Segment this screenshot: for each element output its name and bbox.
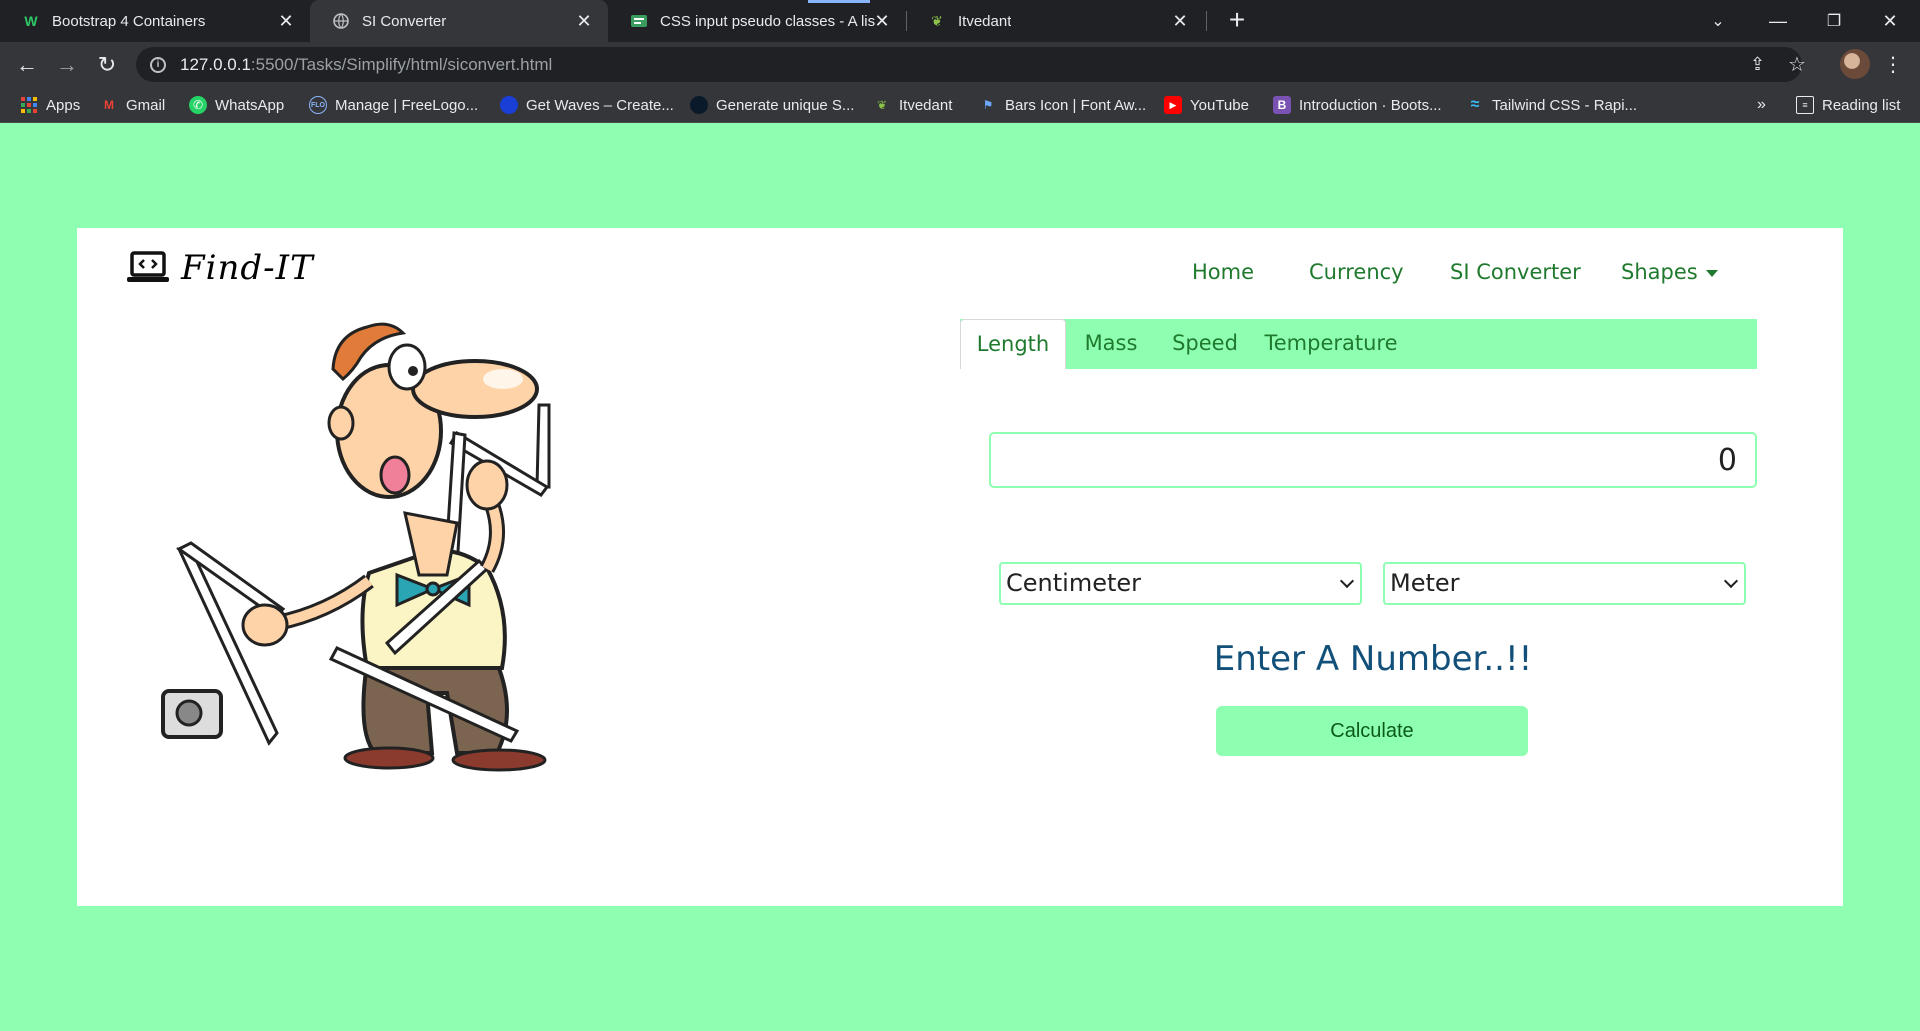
unit-tabs: Length Mass Speed Temperature [960,319,1757,369]
tailwind-icon: ≈ [1470,96,1480,113]
youtube-icon: ▶ [1164,96,1182,114]
bookmark-fontawesome[interactable]: ⚑ Bars Icon | Font Aw... [979,94,1147,116]
more-bookmarks-button[interactable]: » [1757,94,1766,116]
laptop-code-icon [127,251,169,282]
bookmark-itvedant[interactable]: ❦ Itvedant [873,94,952,116]
nav-currency[interactable]: Currency [1309,260,1404,284]
from-unit-select[interactable]: Centimeter [999,562,1362,605]
result-message: Enter A Number..!! [1213,639,1533,679]
url-path: :5500/Tasks/Simplify/html/siconvert.html [250,54,553,74]
bookmark-gmail[interactable]: M Gmail [100,94,165,116]
share-icon[interactable]: ⇪ [1750,54,1765,75]
from-unit-value: Centimeter [1006,569,1141,597]
browser-tab-si-converter[interactable]: SI Converter ✕ [310,0,608,42]
nav-shapes-dropdown[interactable]: Shapes [1621,260,1718,284]
bookmark-freelogo[interactable]: FLO Manage | FreeLogo... [309,94,478,116]
tab-loading-indicator [808,0,870,3]
profile-avatar[interactable] [1840,49,1870,79]
back-icon[interactable]: ← [12,50,42,80]
caret-down-icon [1705,269,1718,277]
tab-search-icon[interactable]: ⌄ [1690,0,1746,42]
bookmark-label: Itvedant [899,96,953,114]
brand-logo[interactable]: Find-IT [127,248,314,288]
nav-shapes-label: Shapes [1621,260,1698,284]
butterfly-icon: ❦ [876,98,888,112]
browser-menu-icon[interactable]: ⋮ [1883,52,1903,77]
tab-mass[interactable]: Mass [1066,319,1156,369]
bootstrap-icon: B [1273,96,1291,114]
close-window-icon[interactable]: ✕ [1862,0,1918,42]
restore-icon[interactable]: ❐ [1806,0,1862,42]
nav-si-converter[interactable]: SI Converter [1450,260,1581,284]
chevron-down-icon [1723,573,1739,589]
flag-icon: ⚑ [982,98,994,112]
bookmark-label: Apps [46,96,81,114]
reading-list-icon: ≡ [1796,96,1814,114]
tab-temperature[interactable]: Temperature [1254,319,1408,369]
bookmark-star-icon[interactable]: ☆ [1788,52,1806,77]
close-tab-icon[interactable]: ✕ [872,11,892,31]
bookmark-whatsapp[interactable]: ✆ WhatsApp [189,94,284,116]
browser-toolbar: ← → ↻ i 127.0.0.1 :5500/Tasks/Simplify/h… [0,42,1920,88]
brand-name: Find-IT [181,248,314,288]
calculate-button[interactable]: Calculate [1216,706,1528,756]
freelogo-icon: FLO [309,96,327,114]
bookmark-label: YouTube [1190,96,1249,114]
nav-home[interactable]: Home [1192,260,1254,284]
bookmark-label: Introduction · Boots... [1299,96,1442,114]
w-favicon-icon: W [24,13,38,29]
close-tab-icon[interactable]: ✕ [276,11,296,31]
butterfly-icon: ❦ [931,12,943,29]
bookmark-label: Get Waves – Create... [526,96,674,114]
bookmark-label: Generate unique S... [716,96,855,114]
reading-list-button[interactable]: ≡ Reading list [1796,94,1900,116]
forward-icon[interactable]: → [52,50,82,80]
main-card: Find-IT Home Currency SI Converter Shape… [77,228,1843,906]
reading-list-label: Reading list [1822,96,1901,114]
address-bar[interactable]: i 127.0.0.1 :5500/Tasks/Simplify/html/si… [136,47,1806,82]
tab-label: SI Converter [362,12,447,30]
bookmark-getwaves[interactable]: Get Waves – Create... [500,94,674,116]
tab-length[interactable]: Length [960,319,1066,369]
to-unit-value: Meter [1390,569,1460,597]
reload-icon[interactable]: ↻ [92,50,122,80]
generate-icon [690,96,708,114]
close-tab-icon[interactable]: ✕ [1170,11,1190,31]
css-favicon-icon [630,12,648,30]
bookmark-generate[interactable]: Generate unique S... [690,94,854,116]
bookmark-apps[interactable]: Apps [20,94,80,116]
bookmark-label: Manage | FreeLogo... [335,96,479,114]
bookmark-bootstrap[interactable]: B Introduction · Boots... [1273,94,1442,116]
bookmark-label: Bars Icon | Font Aw... [1005,96,1147,114]
url-host: 127.0.0.1 [180,54,251,74]
tape-measure-cartoon-illustration [161,322,551,772]
site-info-icon[interactable]: i [150,56,166,73]
browser-tab-css-pseudo[interactable]: CSS input pseudo classes - A list ✕ [608,0,906,42]
new-tab-button[interactable]: + [1222,6,1252,36]
waves-icon [500,96,518,114]
tab-speed[interactable]: Speed [1156,319,1254,369]
tab-label: Bootstrap 4 Containers [52,12,206,30]
tab-label: Itvedant [958,12,1012,30]
browser-tabstrip: W Bootstrap 4 Containers ✕ SI Converter … [0,0,1920,42]
whatsapp-icon: ✆ [189,96,207,114]
tab-label: CSS input pseudo classes - A list [660,12,875,30]
bookmark-label: WhatsApp [215,96,285,114]
bookmark-youtube[interactable]: ▶ YouTube [1164,94,1249,116]
globe-icon [332,12,350,30]
chevron-down-icon [1339,573,1355,589]
minimize-icon[interactable]: — [1750,0,1806,42]
number-input[interactable] [989,432,1757,488]
bookmark-label: Tailwind CSS - Rapi... [1492,96,1638,114]
bookmark-tailwind[interactable]: ≈ Tailwind CSS - Rapi... [1466,94,1637,116]
browser-tab-itvedant[interactable]: ❦ Itvedant ✕ [906,0,1204,42]
bookmark-label: Gmail [126,96,166,114]
tab-separator [1206,11,1207,31]
gmail-icon: M [104,98,114,112]
browser-tab-bootstrap[interactable]: W Bootstrap 4 Containers ✕ [0,0,310,42]
to-unit-select[interactable]: Meter [1383,562,1746,605]
close-tab-icon[interactable]: ✕ [574,11,594,31]
bookmarks-bar: Apps M Gmail ✆ WhatsApp FLO Manage | Fre… [0,88,1920,123]
apps-grid-icon [20,96,38,114]
